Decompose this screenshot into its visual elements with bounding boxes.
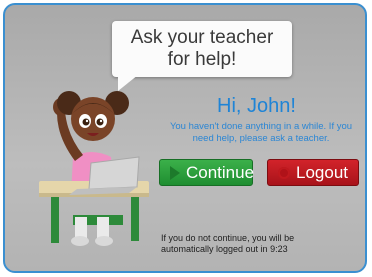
inactivity-message: You haven't done anything in a while. If…: [169, 121, 353, 144]
play-icon: [170, 165, 180, 180]
logout-button-label: Logout: [296, 162, 348, 182]
logout-button[interactable]: Logout: [267, 159, 359, 186]
auto-logout-line1: If you do not continue, you will be: [161, 233, 295, 243]
auto-logout-countdown: automatically logged out in 9:23: [161, 244, 288, 254]
speech-bubble-line1: Ask your teacher: [130, 27, 274, 48]
inactivity-dialog: Ask your teacher for help! Hi, John! You…: [3, 3, 367, 273]
continue-button-label: Continue: [186, 162, 255, 182]
speech-bubble-line2: for help!: [167, 49, 237, 70]
speech-bubble: Ask your teacher for help!: [112, 21, 292, 77]
auto-logout-note: If you do not continue, you will be auto…: [161, 233, 361, 255]
student-character-illustration: [39, 91, 149, 246]
power-icon: [278, 166, 290, 179]
greeting-title: Hi, John!: [217, 95, 296, 117]
continue-button[interactable]: Continue: [159, 159, 255, 186]
